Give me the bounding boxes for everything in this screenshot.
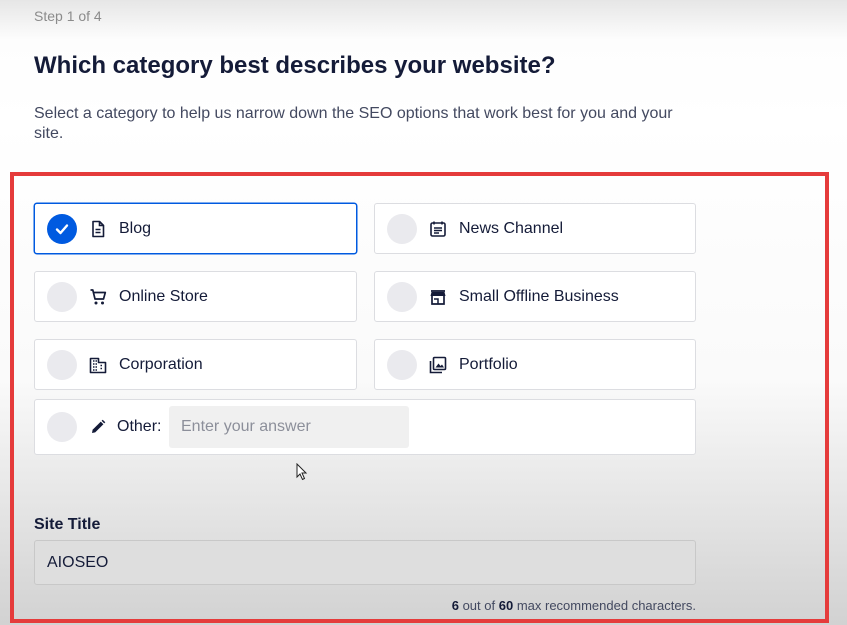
site-title-label: Site Title — [34, 516, 101, 533]
radio-unchecked[interactable] — [387, 213, 417, 244]
counter-text-mid: out of — [462, 598, 496, 613]
other-label: Other: — [117, 418, 162, 435]
step-indicator: Step 1 of 4 — [34, 8, 102, 24]
counter-text-end: max recommended characters. — [516, 598, 696, 613]
category-label: Corporation — [119, 355, 203, 373]
radio-unchecked[interactable] — [47, 349, 77, 380]
category-label: Online Store — [119, 287, 208, 305]
category-option-corporation[interactable]: Corporation — [34, 339, 357, 390]
site-title-input[interactable] — [34, 540, 696, 585]
image-gallery-icon — [429, 356, 447, 374]
category-option-other[interactable]: Other: — [34, 399, 696, 455]
pencil-icon — [89, 418, 107, 436]
character-count: 6 — [451, 598, 459, 613]
office-building-icon — [89, 356, 107, 374]
category-option-small-offline-business[interactable]: Small Offline Business — [374, 271, 696, 322]
radio-unchecked[interactable] — [47, 281, 77, 312]
newspaper-icon — [429, 220, 447, 238]
character-max: 60 — [498, 598, 514, 613]
checkmark-icon — [55, 223, 69, 234]
category-label: News Channel — [459, 219, 564, 237]
shopping-cart-icon — [89, 288, 107, 306]
radio-unchecked[interactable] — [387, 349, 417, 380]
radio-checked[interactable] — [47, 213, 77, 244]
other-answer-input[interactable] — [169, 406, 409, 448]
character-counter: 6 out of 60 max recommended characters. — [452, 598, 696, 613]
document-icon — [89, 220, 107, 238]
radio-unchecked[interactable] — [387, 281, 417, 312]
category-option-online-store[interactable]: Online Store — [34, 271, 357, 322]
mouse-cursor — [296, 463, 308, 481]
category-option-blog[interactable]: Blog — [34, 203, 357, 254]
page-description: Select a category to help us narrow down… — [34, 105, 673, 142]
category-option-portfolio[interactable]: Portfolio — [374, 339, 696, 390]
category-label: Portfolio — [459, 355, 518, 373]
storefront-icon — [429, 288, 447, 306]
category-label: Small Offline Business — [459, 287, 619, 305]
radio-unchecked[interactable] — [47, 412, 77, 442]
category-label: Blog — [119, 219, 152, 237]
category-option-news-channel[interactable]: News Channel — [374, 203, 696, 254]
page-title: Which category best describes your websi… — [34, 52, 556, 79]
